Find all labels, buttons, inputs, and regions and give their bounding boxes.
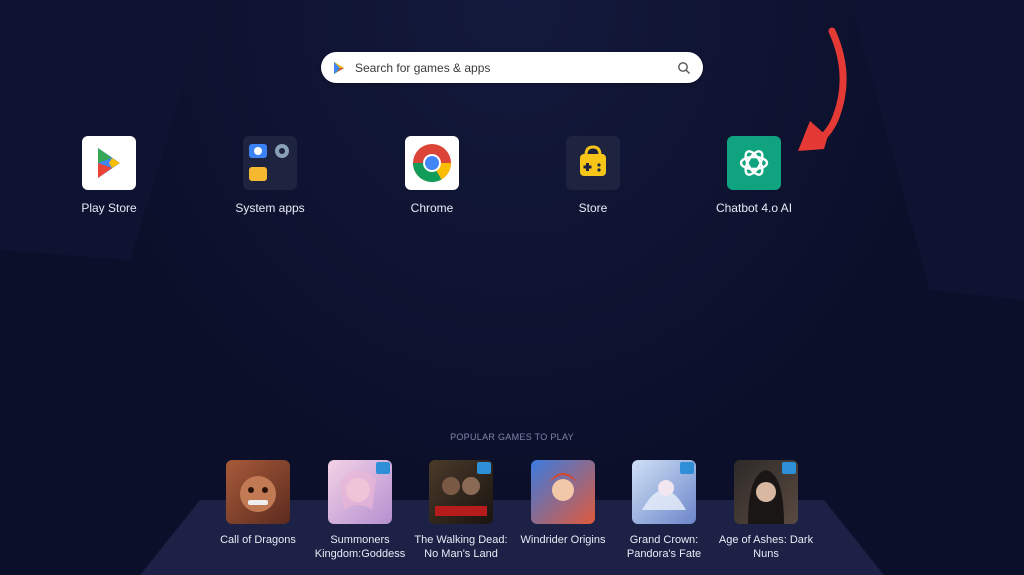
game-title-line2: Nuns [753, 548, 779, 560]
game-grand-crown[interactable]: Grand Crown: Pandora's Fate [609, 460, 719, 561]
game-cover[interactable] [734, 460, 798, 524]
popular-games-heading: POPULAR GAMES TO PLAY [450, 432, 574, 442]
game-title-line2: Pandora's Fate [626, 548, 702, 560]
bluestacks-badge-icon [680, 462, 694, 474]
app-label: Chrome [410, 201, 454, 215]
search-placeholder[interactable]: Search for games & apps [355, 61, 677, 75]
app-play-store[interactable]: Play Store [49, 136, 169, 215]
play-store-icon[interactable] [82, 136, 136, 190]
game-cover[interactable] [328, 460, 392, 524]
play-store-mini-icon [334, 61, 344, 74]
game-title-line1: Windrider Origins [520, 534, 606, 546]
app-chrome[interactable]: Chrome [372, 136, 492, 215]
game-title-line1: Summoners [330, 534, 390, 546]
game-cover[interactable] [632, 460, 696, 524]
game-cover[interactable] [429, 460, 493, 524]
game-title-line2: No Man's Land [424, 548, 498, 560]
game-call-of-dragons[interactable]: Call of Dragons [203, 460, 313, 547]
game-age-of-ashes[interactable]: Age of Ashes: Dark Nuns [711, 460, 821, 561]
app-label: System apps [235, 201, 305, 215]
app-system-apps[interactable]: System apps [210, 136, 330, 215]
game-title-line1: Grand Crown: [629, 534, 699, 546]
bluestacks-badge-icon [477, 462, 491, 474]
app-label: Store [578, 201, 608, 215]
app-label: Chatbot 4.o AI [715, 201, 793, 215]
game-summoners-kingdom[interactable]: Summoners Kingdom:Goddess [305, 460, 415, 561]
chatbot-icon[interactable] [727, 136, 781, 190]
game-walking-dead[interactable]: The Walking Dead: No Man's Land [406, 460, 516, 561]
bluestacks-badge-icon [782, 462, 796, 474]
bluestacks-badge-icon [376, 462, 390, 474]
game-title-line1: The Walking Dead: [414, 534, 508, 546]
search-icon[interactable] [677, 61, 691, 75]
system-apps-folder-icon[interactable] [243, 136, 297, 190]
search-bar[interactable]: Search for games & apps [321, 52, 703, 83]
game-title-line1: Age of Ashes: Dark [718, 534, 814, 546]
game-title-line2: Kingdom:Goddess [314, 548, 406, 560]
game-cover[interactable] [226, 460, 290, 524]
app-store[interactable]: Store [533, 136, 653, 215]
app-label: Play Store [81, 201, 137, 215]
game-cover[interactable] [531, 460, 595, 524]
game-windrider-origins[interactable]: Windrider Origins [508, 460, 618, 547]
store-bag-icon[interactable] [566, 136, 620, 190]
game-title-line1: Call of Dragons [220, 534, 296, 546]
chrome-icon[interactable] [405, 136, 459, 190]
red-arrow-annotation [798, 27, 847, 151]
